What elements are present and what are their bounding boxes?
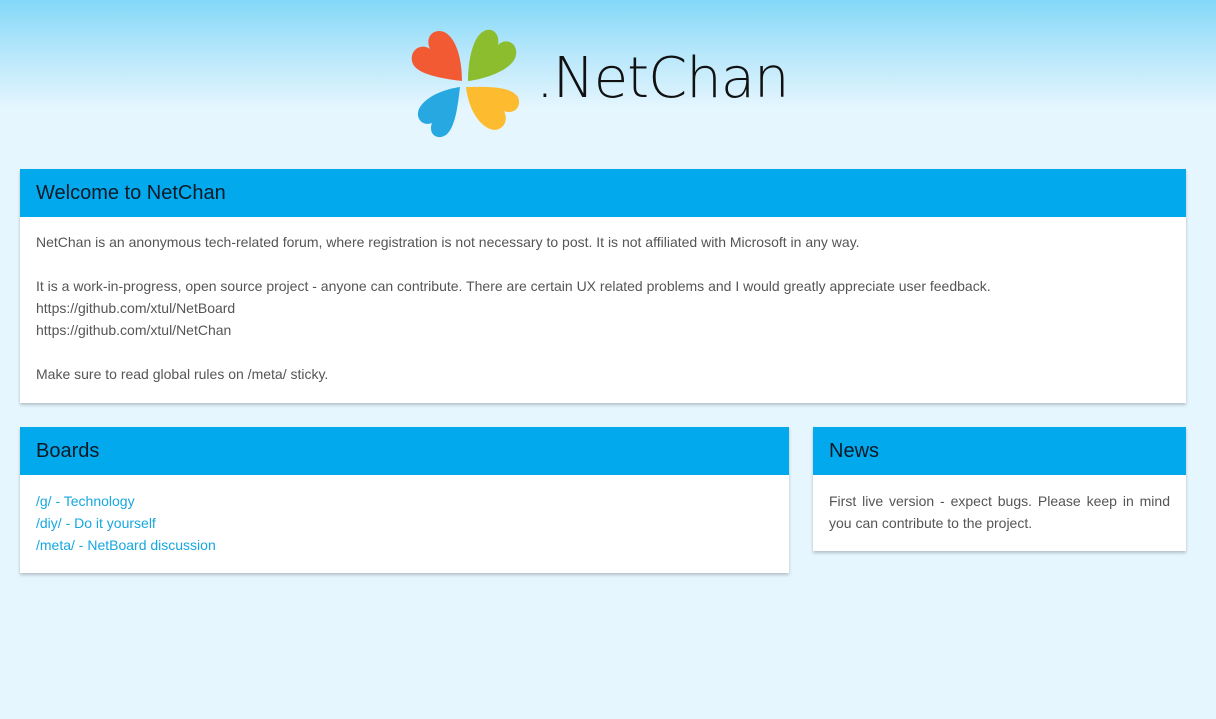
board-link-meta[interactable]: /meta/ - NetBoard discussion bbox=[36, 534, 773, 556]
welcome-project-text: It is a work-in-progress, open source pr… bbox=[36, 278, 991, 294]
news-card-title: News bbox=[829, 439, 880, 462]
four-petal-clover-icon bbox=[406, 23, 522, 141]
welcome-intro-text: NetChan is an anonymous tech-related for… bbox=[36, 234, 860, 250]
boards-card: Boards /g/ - Technology /diy/ - Do it yo… bbox=[20, 427, 789, 573]
welcome-card-title: Welcome to NetChan bbox=[36, 181, 226, 204]
news-text: First live version - expect bugs. Please… bbox=[829, 493, 1170, 531]
netchan-repo-url: https://github.com/xtul/NetChan bbox=[36, 322, 232, 338]
news-card-header: News bbox=[813, 427, 1186, 475]
boards-card-title: Boards bbox=[36, 439, 100, 462]
news-card: News First live version - expect bugs. P… bbox=[813, 427, 1186, 551]
site-logo[interactable]: .NetChan bbox=[406, 20, 790, 144]
welcome-card-header: Welcome to NetChan bbox=[20, 169, 1186, 217]
board-link-diy[interactable]: /diy/ - Do it yourself bbox=[36, 512, 773, 534]
welcome-card-body: NetChan is an anonymous tech-related for… bbox=[20, 217, 1186, 401]
site-logo-text: .NetChan bbox=[536, 45, 790, 111]
welcome-rules-text: Make sure to read global rules on /meta/… bbox=[36, 366, 329, 382]
welcome-card: Welcome to NetChan NetChan is an anonymo… bbox=[20, 169, 1186, 403]
netboard-repo-url: https://github.com/xtul/NetBoard bbox=[36, 300, 236, 316]
boards-card-body: /g/ - Technology /diy/ - Do it yourself … bbox=[20, 475, 789, 572]
board-link-g[interactable]: /g/ - Technology bbox=[36, 490, 773, 512]
boards-card-header: Boards bbox=[20, 427, 789, 475]
